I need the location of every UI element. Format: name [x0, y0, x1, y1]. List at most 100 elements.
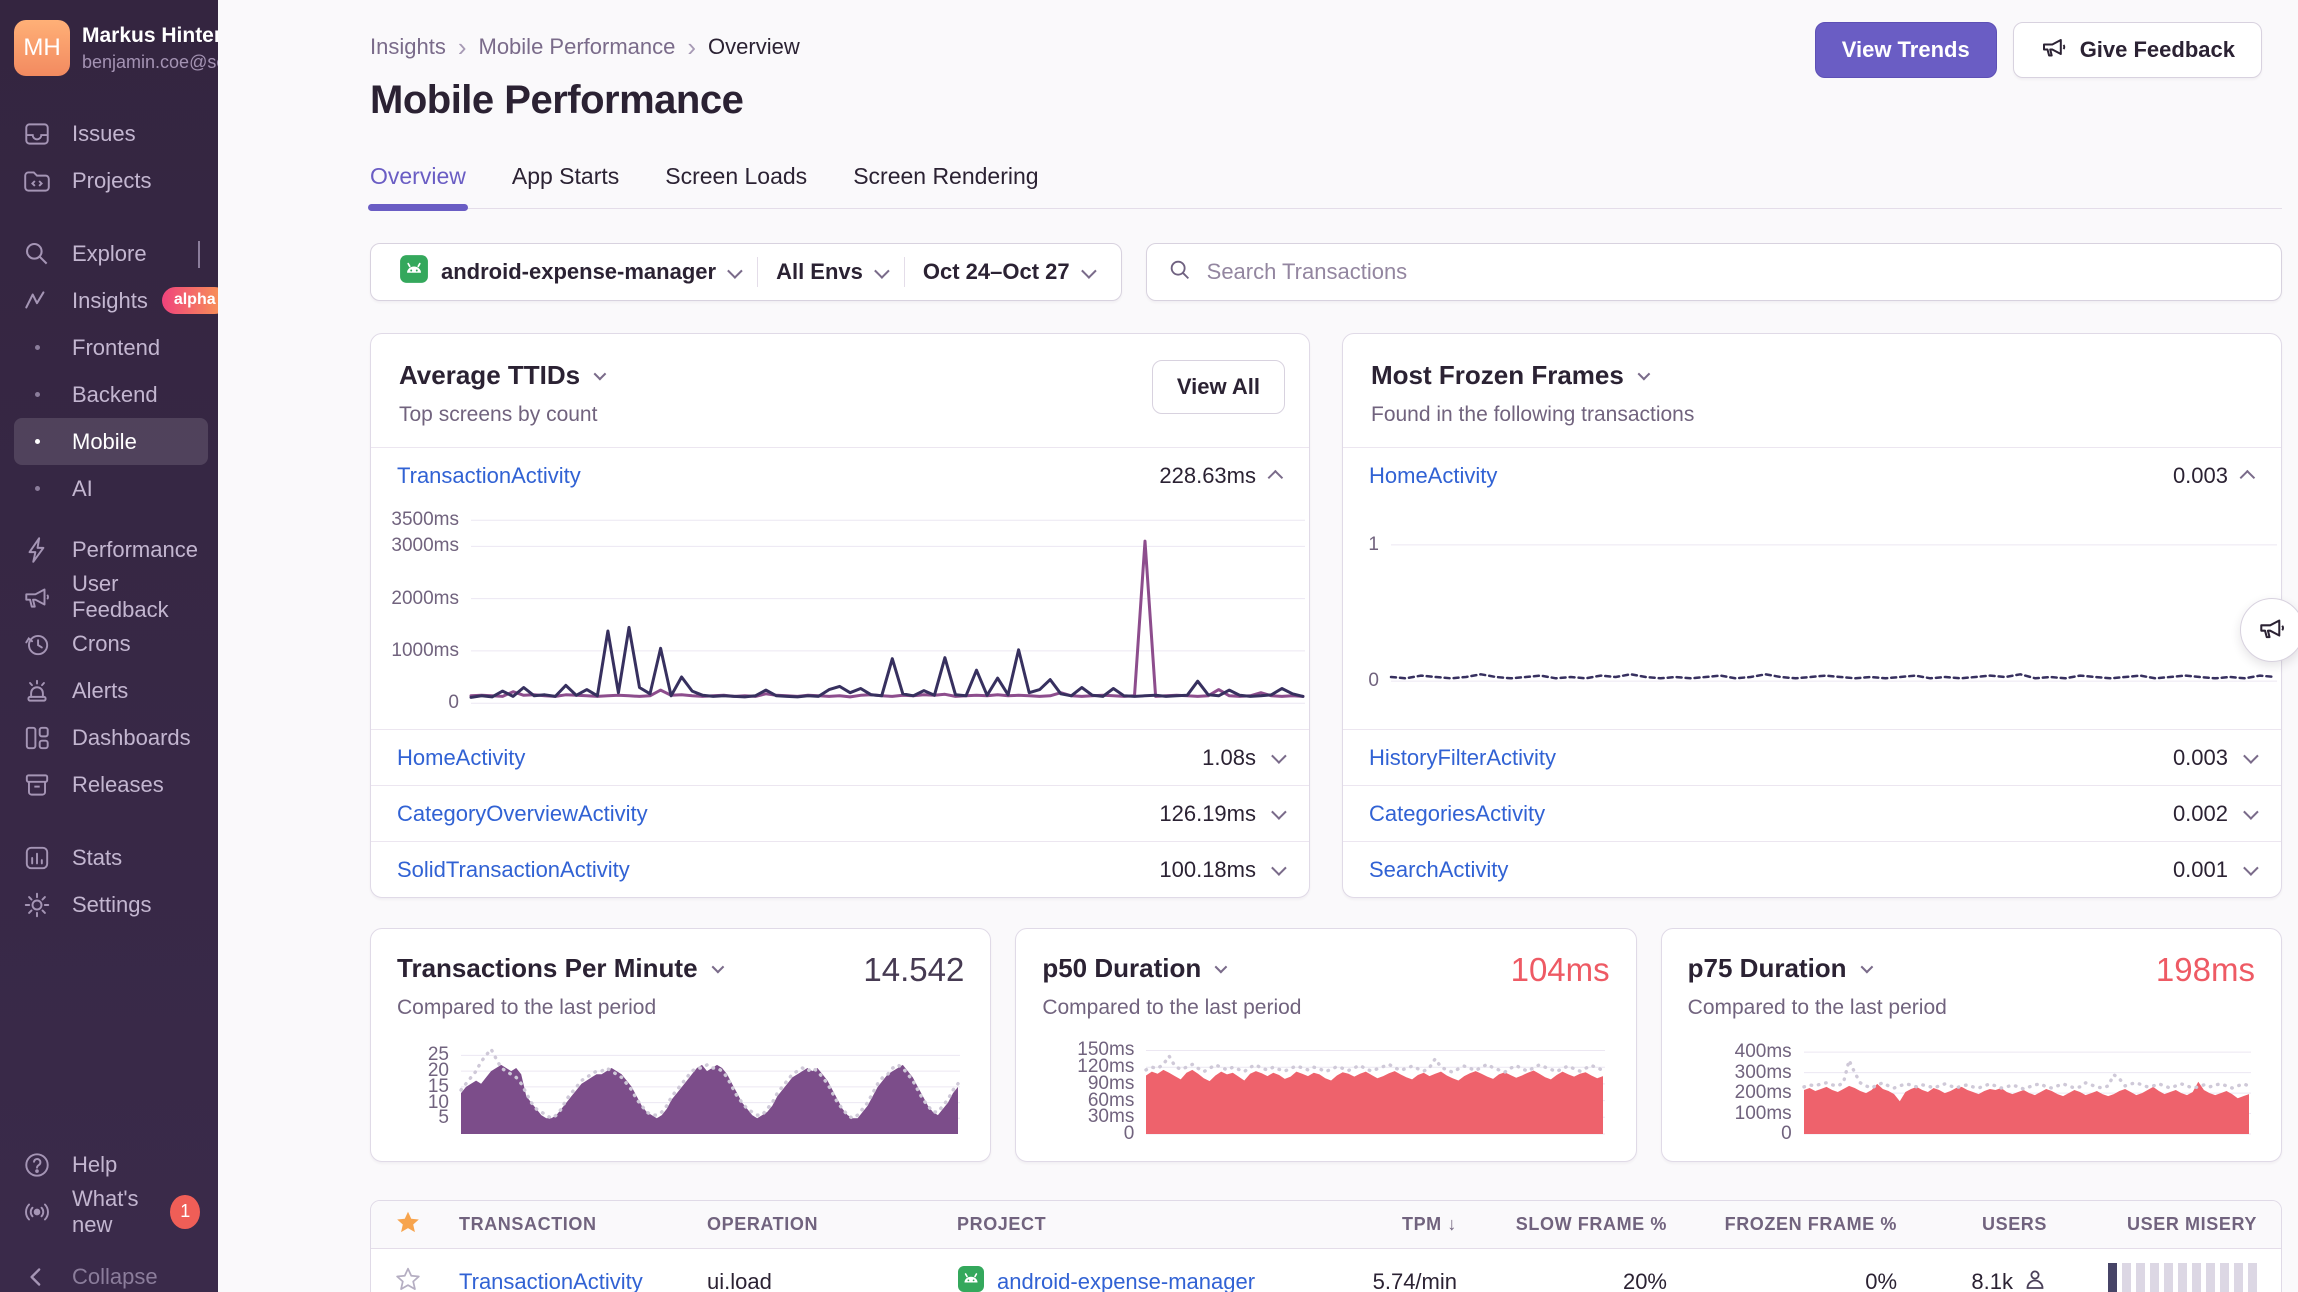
column-header-user-misery[interactable]: USER MISERY	[2047, 1214, 2257, 1235]
tab-screen-loads[interactable]: Screen Loads	[665, 163, 807, 208]
ttid-row-solid-transaction-activity[interactable]: SolidTransactionActivity 100.18ms	[371, 841, 1309, 897]
transaction-link[interactable]: TransactionActivity	[397, 463, 581, 489]
ttid-row-category-overview-activity[interactable]: CategoryOverviewActivity 126.19ms	[371, 785, 1309, 841]
sidebar-item-dashboards[interactable]: Dashboards	[14, 714, 208, 761]
sidebar-item-insights[interactable]: Insights alpha	[14, 277, 208, 324]
android-project-icon	[399, 254, 429, 290]
sidebar-item-releases[interactable]: Releases	[14, 761, 208, 808]
frozen-row-categories-activity[interactable]: CategoriesActivity 0.002	[1343, 785, 2281, 841]
sidebar-item-explore[interactable]: Explore	[14, 230, 208, 277]
metric-panels: Transactions Per Minute Compared to the …	[370, 928, 2282, 1162]
transaction-link[interactable]: CategoryOverviewActivity	[397, 801, 648, 827]
row-value: 126.19ms	[1159, 801, 1256, 827]
transaction-link[interactable]: CategoriesActivity	[1369, 801, 1545, 827]
chevron-down-icon	[1637, 368, 1650, 381]
tab-app-starts[interactable]: App Starts	[512, 163, 619, 208]
sidebar-item-stats[interactable]: Stats	[14, 834, 208, 881]
search-transactions-input[interactable]	[1207, 259, 2261, 285]
chevron-down-icon	[1081, 263, 1097, 279]
chevron-down-icon[interactable]	[1271, 748, 1287, 764]
row-value: 0.003	[2173, 463, 2228, 489]
give-feedback-button[interactable]: Give Feedback	[2013, 22, 2262, 78]
breadcrumb-insights[interactable]: Insights	[370, 34, 446, 60]
panel-subtitle: Compared to the last period	[397, 996, 964, 1020]
panel-title[interactable]: Most Frozen Frames	[1371, 360, 2253, 391]
project-selector[interactable]: android-expense-manager	[381, 254, 757, 290]
column-header-project[interactable]: PROJECT	[957, 1214, 1287, 1235]
sidebar-item-help[interactable]: Help	[14, 1141, 208, 1188]
project-cell[interactable]: android-expense-manager	[957, 1265, 1287, 1292]
sidebar-item-whats-new[interactable]: What's new 1	[14, 1188, 208, 1235]
column-header-slow-frame[interactable]: SLOW FRAME %	[1457, 1214, 1667, 1235]
column-header-operation[interactable]: OPERATION	[707, 1214, 957, 1235]
project-link[interactable]: android-expense-manager	[997, 1269, 1255, 1292]
sidebar-item-mobile[interactable]: Mobile	[14, 418, 208, 465]
sidebar-item-performance[interactable]: Performance	[14, 526, 208, 573]
transaction-link[interactable]: SearchActivity	[1369, 857, 1508, 883]
ttid-row-home-activity[interactable]: HomeActivity 1.08s	[371, 729, 1309, 785]
lightning-icon	[22, 535, 52, 565]
ttid-row-transaction-activity[interactable]: TransactionActivity 228.63ms	[371, 447, 1309, 503]
sidebar-item-frontend[interactable]: Frontend	[14, 324, 208, 371]
frozen-row-search-activity[interactable]: SearchActivity 0.001	[1343, 841, 2281, 897]
bullet-icon	[22, 345, 52, 350]
view-trends-button[interactable]: View Trends	[1815, 22, 1997, 78]
tab-overview[interactable]: Overview	[370, 163, 466, 208]
transaction-link[interactable]: SolidTransactionActivity	[397, 857, 630, 883]
sidebar-item-alerts[interactable]: Alerts	[14, 667, 208, 714]
star-outline-icon[interactable]	[395, 1266, 459, 1292]
view-all-button[interactable]: View All	[1152, 360, 1285, 414]
date-range-selector[interactable]: Oct 24–Oct 27	[905, 259, 1111, 285]
avatar[interactable]: MH	[14, 20, 70, 76]
sidebar-item-settings[interactable]: Settings	[14, 881, 208, 928]
table-header-row: TRANSACTION OPERATION PROJECT TPM ↓ SLOW…	[371, 1201, 2281, 1249]
frozen-row-history-filter-activity[interactable]: HistoryFilterActivity 0.003	[1343, 729, 2281, 785]
transaction-link[interactable]: HomeActivity	[1369, 463, 1497, 489]
panel-title-label: p50 Duration	[1042, 953, 1201, 984]
panel-title[interactable]: Average TTIDs	[399, 360, 1281, 391]
transaction-link[interactable]: HistoryFilterActivity	[1369, 745, 1556, 771]
sidebar-item-label: Settings	[72, 892, 152, 918]
sidebar-item-crons[interactable]: Crons	[14, 620, 208, 667]
tpm-chart: 252015105	[397, 1038, 964, 1142]
sidebar-item-backend[interactable]: Backend	[14, 371, 208, 418]
chevron-down-icon[interactable]	[2243, 748, 2259, 764]
panel-title-label: p75 Duration	[1688, 953, 1847, 984]
column-header-frozen-frame[interactable]: FROZEN FRAME %	[1667, 1214, 1897, 1235]
sort-arrow-icon: ↓	[1447, 1214, 1457, 1234]
tpm-value: 14.542	[863, 951, 964, 989]
bullet-icon	[22, 439, 52, 444]
chevron-down-icon[interactable]	[1271, 860, 1287, 876]
column-header-tpm[interactable]: TPM ↓	[1287, 1214, 1457, 1235]
sidebar-item-ai[interactable]: AI	[14, 465, 208, 512]
search-icon	[22, 239, 52, 269]
chevron-down-icon[interactable]	[1271, 804, 1287, 820]
panel-subtitle: Top screens by count	[399, 403, 1281, 427]
slow-frame-cell: 20%	[1457, 1269, 1667, 1292]
search-icon	[1167, 257, 1193, 288]
column-header-transaction[interactable]: TRANSACTION	[459, 1214, 707, 1235]
chevron-up-icon[interactable]	[1268, 470, 1284, 486]
sidebar-item-issues[interactable]: Issues	[14, 110, 208, 157]
tab-screen-rendering[interactable]: Screen Rendering	[853, 163, 1038, 208]
transaction-link[interactable]: HomeActivity	[397, 745, 525, 771]
column-header-users[interactable]: USERS	[1897, 1214, 2047, 1235]
chevron-down-icon[interactable]	[2243, 804, 2259, 820]
search-transactions-box[interactable]	[1146, 243, 2282, 301]
feedback-fab[interactable]	[2240, 598, 2298, 662]
chevron-down-icon[interactable]	[2243, 860, 2259, 876]
chevron-up-icon[interactable]	[2240, 470, 2256, 486]
sidebar-item-label: Stats	[72, 845, 122, 871]
star-icon[interactable]	[395, 1209, 459, 1240]
sidebar-item-user-feedback[interactable]: User Feedback	[14, 573, 208, 620]
user-menu[interactable]: MH Markus Hinterst… benjamin.coe@sent…	[14, 20, 208, 76]
table-row[interactable]: TransactionActivity ui.load android-expe…	[371, 1249, 2281, 1292]
breadcrumb-mobile-performance[interactable]: Mobile Performance	[479, 34, 676, 60]
page-filters: android-expense-manager All Envs Oct 24–…	[370, 243, 1122, 301]
sidebar-collapse-button[interactable]: Collapse	[14, 1253, 208, 1292]
inbox-icon	[22, 119, 52, 149]
environment-selector[interactable]: All Envs	[758, 259, 904, 285]
transaction-link[interactable]: TransactionActivity	[459, 1269, 707, 1292]
sidebar-item-projects[interactable]: Projects	[14, 157, 208, 204]
frozen-row-home-activity[interactable]: HomeActivity 0.003	[1343, 447, 2281, 503]
